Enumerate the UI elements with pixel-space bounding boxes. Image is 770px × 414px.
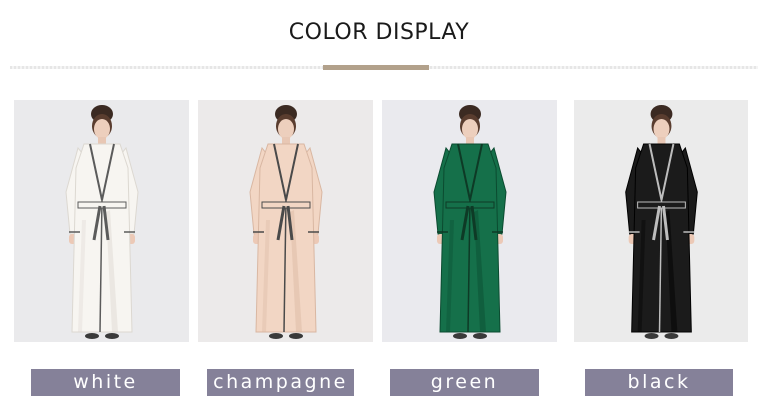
face [653, 119, 670, 139]
right-foot [473, 333, 487, 339]
color-label-champagne[interactable]: champagne [207, 369, 354, 396]
right-foot [664, 333, 679, 339]
product-photo-white[interactable] [14, 100, 189, 342]
robe-illustration [574, 100, 748, 342]
color-label-white[interactable]: white [31, 369, 180, 396]
robe-illustration [14, 100, 189, 342]
product-photo-black[interactable] [574, 100, 748, 342]
section-title: COLOR DISPLAY [288, 20, 470, 45]
left-foot [85, 333, 99, 339]
face [94, 119, 110, 139]
right-foot [289, 333, 303, 339]
product-photo-champagne[interactable] [198, 100, 373, 342]
color-label-green[interactable]: green [390, 369, 539, 396]
robe-illustration [382, 100, 557, 342]
belt [77, 201, 127, 209]
color-label-black[interactable]: black [585, 369, 733, 396]
belt [637, 201, 686, 209]
face [462, 119, 478, 139]
left-foot [269, 333, 283, 339]
left-foot [453, 333, 467, 339]
belt [261, 201, 311, 209]
right-foot [105, 333, 119, 339]
product-photo-green[interactable] [382, 100, 557, 342]
face [278, 119, 294, 139]
left-foot [644, 333, 659, 339]
belt [445, 201, 495, 209]
robe-illustration [198, 100, 373, 342]
title-accent-bar [323, 65, 429, 70]
